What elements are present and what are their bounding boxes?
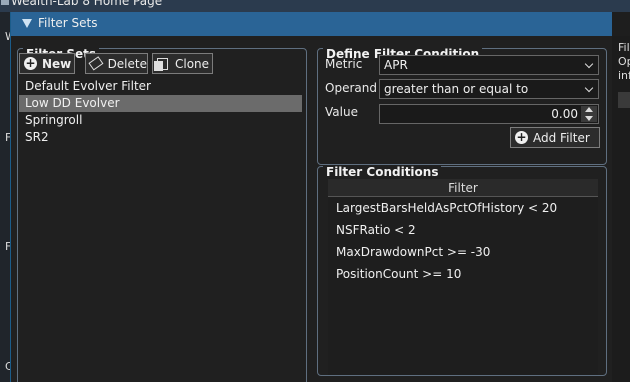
clone-button[interactable]: Clone bbox=[152, 53, 213, 74]
table-row[interactable]: LargestBarsHeldAsPctOfHistory < 20 bbox=[328, 197, 598, 219]
background-bar bbox=[618, 92, 630, 108]
metric-value: APR bbox=[384, 58, 408, 72]
filter-set-item[interactable]: Default Evolver Filter bbox=[19, 78, 302, 95]
copy-icon bbox=[154, 57, 168, 71]
plus-icon: + bbox=[515, 130, 528, 144]
filter-sets-dialog: Filter Sets Filter Sets + New Delete Clo… bbox=[10, 12, 612, 382]
value-label: Value bbox=[325, 105, 358, 119]
clone-label: Clone bbox=[175, 56, 210, 71]
dialog-title: Filter Sets bbox=[38, 16, 98, 30]
filter-conditions-grid[interactable]: Filter LargestBarsHeldAsPctOfHistory < 2… bbox=[328, 179, 598, 375]
operand-value: greater than or equal to bbox=[384, 82, 529, 96]
add-filter-button[interactable]: + Add Filter bbox=[510, 127, 600, 148]
filter-conditions-title: Filter Conditions bbox=[323, 165, 442, 179]
background-right-panel: Fil Op inf bbox=[612, 36, 630, 382]
value-text: 0.00 bbox=[551, 107, 578, 121]
metric-select[interactable]: APR bbox=[379, 55, 599, 75]
background-title-strip: Wealth-Lab 8 Home Page bbox=[0, 0, 630, 12]
filter-sets-list[interactable]: Default Evolver Filter Low DD Evolver Sp… bbox=[19, 78, 302, 378]
chevron-down-icon bbox=[584, 83, 594, 93]
background-text: Op bbox=[618, 55, 630, 68]
background-text: Fil bbox=[618, 41, 630, 54]
table-row[interactable]: NSFRatio < 2 bbox=[328, 219, 598, 241]
table-row[interactable]: PositionCount >= 10 bbox=[328, 263, 598, 285]
spin-up-icon[interactable] bbox=[581, 106, 597, 114]
filter-set-item[interactable]: SR2 bbox=[19, 129, 302, 146]
eraser-icon bbox=[88, 56, 104, 71]
dialog-titlebar[interactable]: Filter Sets bbox=[11, 12, 612, 36]
filter-set-item[interactable]: Springroll bbox=[19, 112, 302, 129]
chevron-down-icon bbox=[584, 59, 594, 69]
table-row[interactable]: MaxDrawdownPct >= -30 bbox=[328, 241, 598, 263]
add-filter-label: Add Filter bbox=[533, 130, 590, 145]
plus-icon: + bbox=[24, 56, 37, 70]
spin-down-icon[interactable] bbox=[581, 114, 597, 122]
background-text: inf bbox=[618, 69, 630, 82]
background-title: Wealth-Lab 8 Home Page bbox=[11, 0, 163, 8]
filter-funnel-icon bbox=[22, 19, 32, 28]
app-icon bbox=[1, 0, 9, 5]
filter-column-header[interactable]: Filter bbox=[328, 179, 598, 197]
delete-button[interactable]: Delete bbox=[85, 53, 148, 74]
new-button[interactable]: + New bbox=[19, 53, 75, 74]
operand-label: Operand bbox=[325, 81, 377, 95]
operand-select[interactable]: greater than or equal to bbox=[379, 79, 599, 99]
delete-label: Delete bbox=[107, 56, 147, 71]
new-label: New bbox=[42, 56, 72, 71]
metric-label: Metric bbox=[325, 57, 363, 71]
filter-set-item-selected[interactable]: Low DD Evolver bbox=[19, 95, 302, 112]
value-input[interactable]: 0.00 bbox=[379, 104, 599, 124]
